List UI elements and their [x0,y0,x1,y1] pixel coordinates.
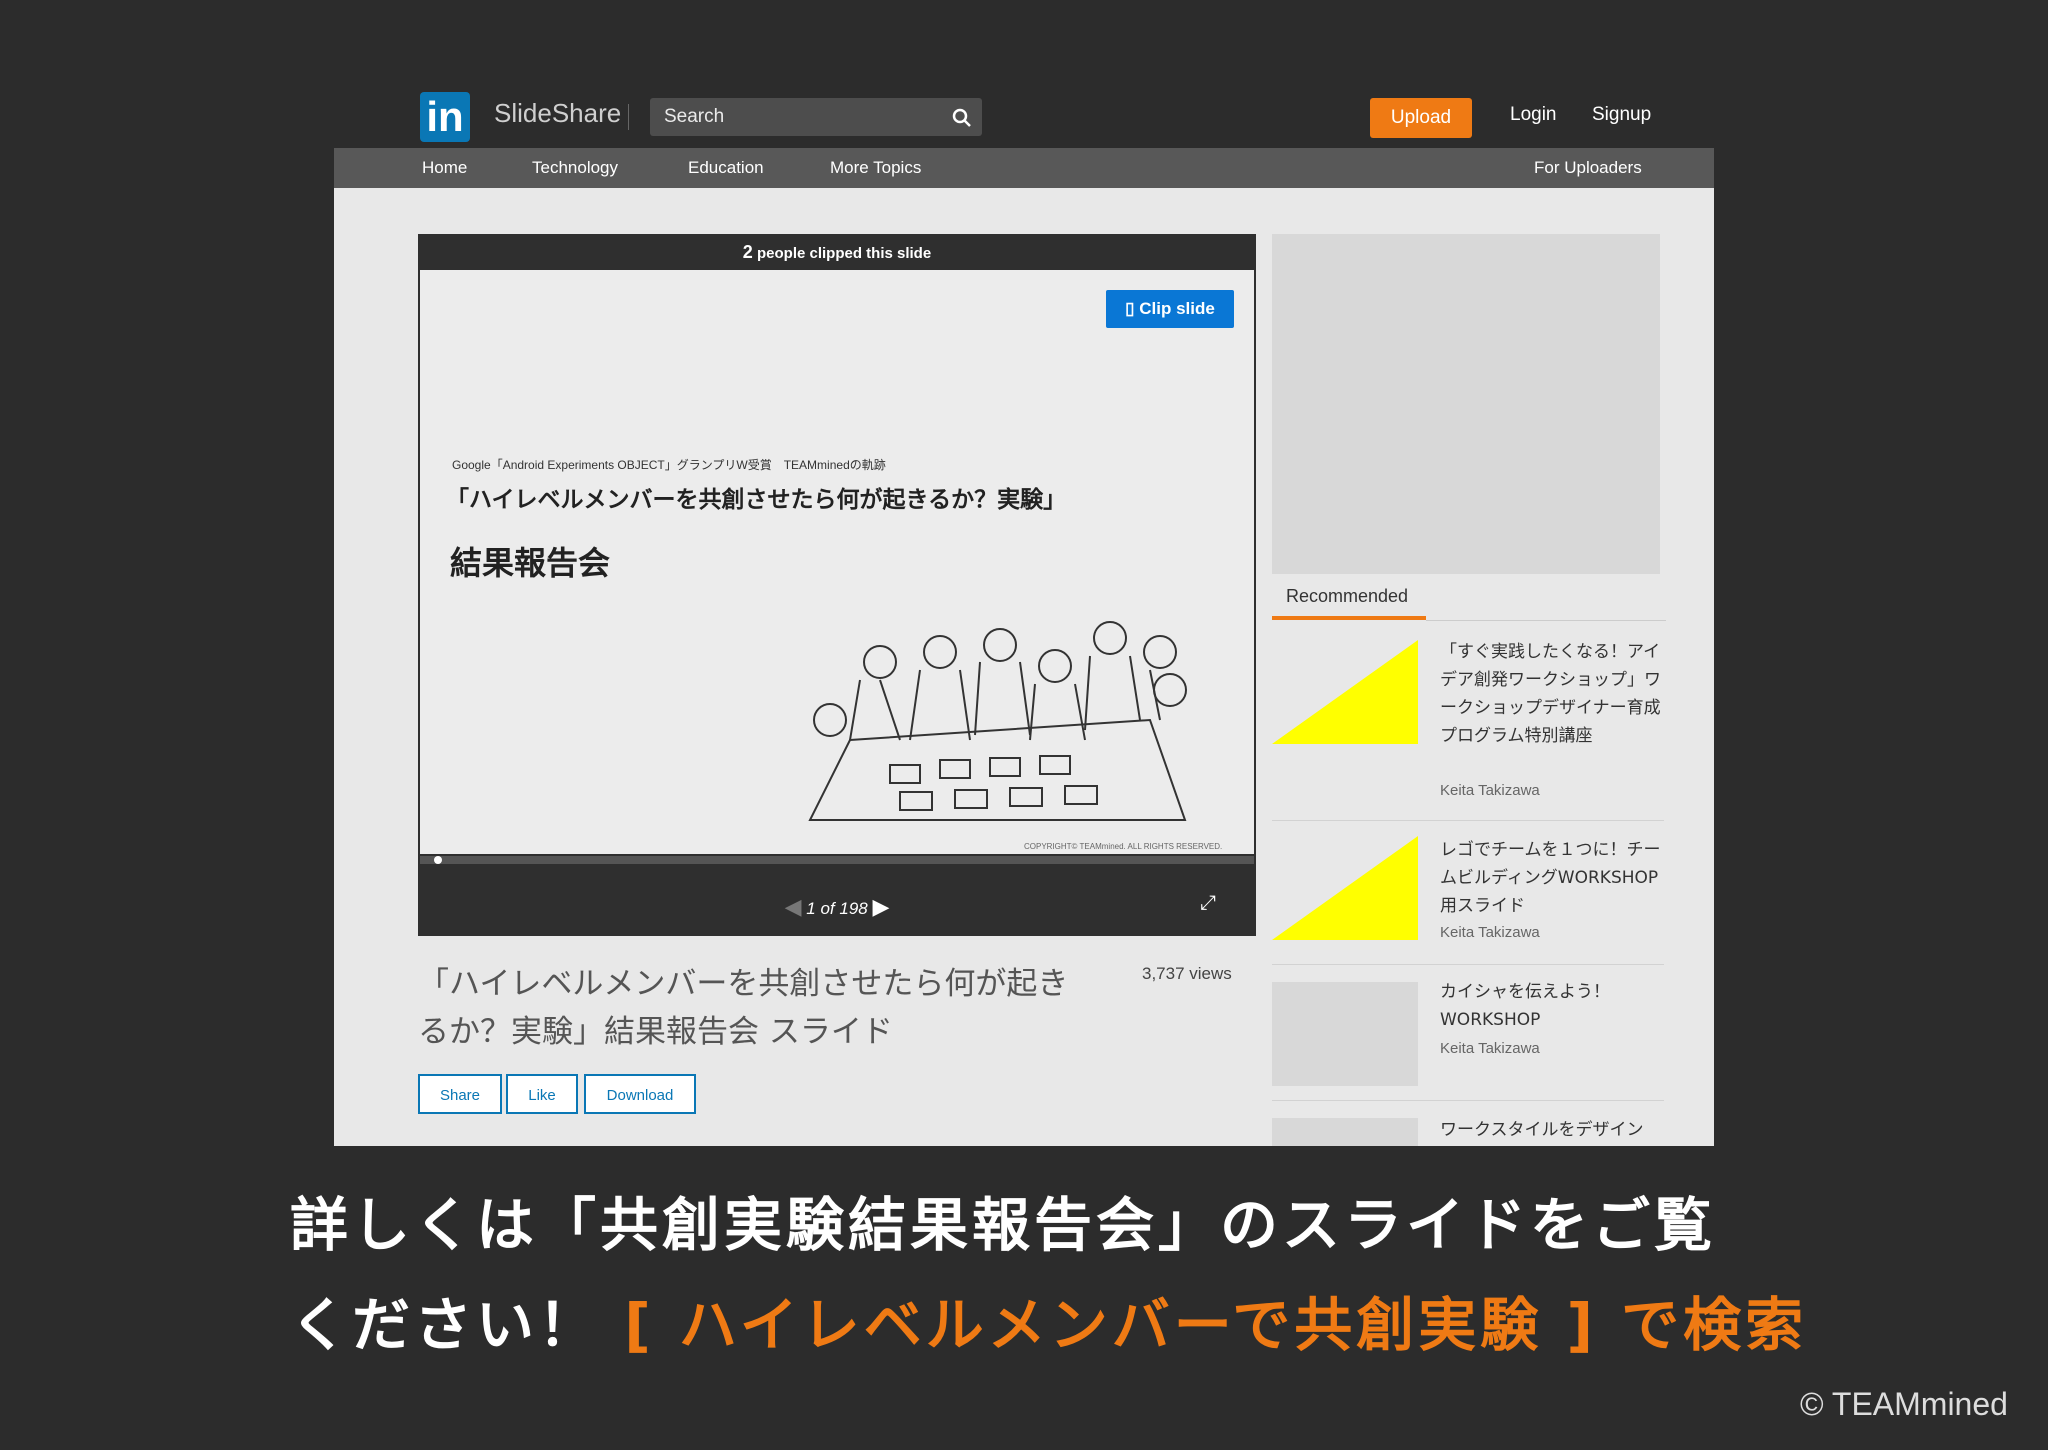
clip-count-text: people clipped this slide [756,245,932,262]
category-navbar: Home Technology Education More Topics Fo… [334,148,1714,188]
upload-button[interactable]: Upload [1370,98,1472,138]
caption-prefix: ください！ [290,1291,601,1359]
linkedin-logo[interactable]: in [420,92,470,142]
fullscreen-icon[interactable]: ⤢ [1200,890,1216,914]
rec-title-3[interactable]: カイシャを伝えよう！WORKSHOP [1440,978,1670,1034]
rec-author-1[interactable]: Keita Takizawa [1440,782,1540,799]
page-total: 198 [839,899,868,918]
slide-title-2: 結果報告会 [450,544,611,582]
progress-bar[interactable] [420,856,1254,864]
signup-link[interactable]: Signup [1592,104,1651,126]
rec-separator [1272,1100,1664,1101]
rec-thumbnail-2[interactable] [1272,836,1418,940]
slide-pager: ◀ 1 of 198 ▶ [418,894,1256,920]
thumb-shape-2 [1272,836,1418,940]
caption-line-2: ください！ [ ハイレベルメンバーで共創実験 ] で検索 [290,1278,1807,1362]
rec-author-2[interactable]: Keita Takizawa [1440,924,1540,941]
nav-more-topics[interactable]: More Topics [830,158,921,178]
view-count: 3,737 views [1142,964,1232,983]
download-button[interactable]: Download [584,1074,696,1114]
tab-recommended[interactable]: Recommended [1286,586,1408,607]
tab-divider [1426,620,1666,621]
clip-slide-button[interactable]: ▯ Clip slide [1106,290,1234,328]
prev-arrow-icon[interactable]: ◀ [785,894,802,919]
nav-home[interactable]: Home [422,158,467,178]
thumb-yellow-triangle-1 [1272,640,1418,744]
rec-thumbnail-4[interactable] [1272,1118,1418,1146]
nav-technology[interactable]: Technology [532,158,618,178]
search-icon[interactable] [952,108,972,128]
brand-name[interactable]: SlideShare [494,98,621,129]
page-current: 1 [806,899,816,918]
people-sketch-illustration [808,621,1187,821]
rec-title-1[interactable]: 「すぐ実践したくなる！アイデア創発ワークショップ」ワークショップデザイナー育成プ… [1440,638,1670,750]
clip-slide-label: Clip slide [1139,299,1215,318]
divider [628,104,629,130]
nav-for-uploaders[interactable]: For Uploaders [1534,158,1642,178]
share-button[interactable]: Share [418,1074,502,1114]
login-link[interactable]: Login [1510,104,1557,126]
rec-author-3[interactable]: Keita Takizawa [1440,1040,1540,1057]
rec-title-4[interactable]: ワークスタイルをデザイン [1440,1116,1670,1146]
slide-subtitle: Google「Android Experiments OBJECT」グランプリW… [452,458,886,472]
caption-highlight: [ ハイレベルメンバーで共創実験 ] で検索 [624,1291,1808,1359]
rec-thumbnail-1[interactable] [1272,640,1418,744]
nav-education[interactable]: Education [688,158,764,178]
like-button[interactable]: Like [506,1074,578,1114]
ad-placeholder [1272,234,1660,574]
next-arrow-icon[interactable]: ▶ [872,894,889,919]
thumb-shape-1 [1272,640,1418,744]
slide-player: 2 people clipped this slide ▯ Clip slide… [418,234,1256,936]
rec-separator [1272,820,1664,821]
rec-thumbnail-3[interactable] [1272,982,1418,1086]
search-placeholder: Search [664,106,725,127]
slide-copyright: COPYRIGHT© TEAMmined. ALL RIGHTS RESERVE… [1024,842,1223,851]
thumb-yellow-triangle-2 [1272,836,1418,940]
caption-line-1: 詳しくは「共創実験結果報告会」のスライドをご覧 [290,1191,1717,1259]
slide-view[interactable]: ▯ Clip slide Google「Android Experiments … [420,270,1254,854]
progress-handle[interactable] [434,856,442,864]
clip-count-bar: 2 people clipped this slide [418,234,1256,270]
tab-active-indicator [1272,616,1426,620]
clip-count: 2 [742,242,753,262]
rec-separator [1272,964,1664,965]
search-input[interactable]: Search [650,98,982,136]
rec-title-2[interactable]: レゴでチームを１つに！チームビルディングWORKSHOP用スライド [1440,836,1670,920]
deck-title: 「ハイレベルメンバーを共創させたら何が起きるか？実験」結果報告会 スライド [418,966,1069,1050]
copyright: © TEAMmined [1800,1386,2008,1422]
slide-title: 「ハイレベルメンバーを共創させたら何が起きるか？実験」 [446,487,1067,513]
page-of: of [820,899,835,918]
clip-icon: ▯ [1125,299,1135,318]
